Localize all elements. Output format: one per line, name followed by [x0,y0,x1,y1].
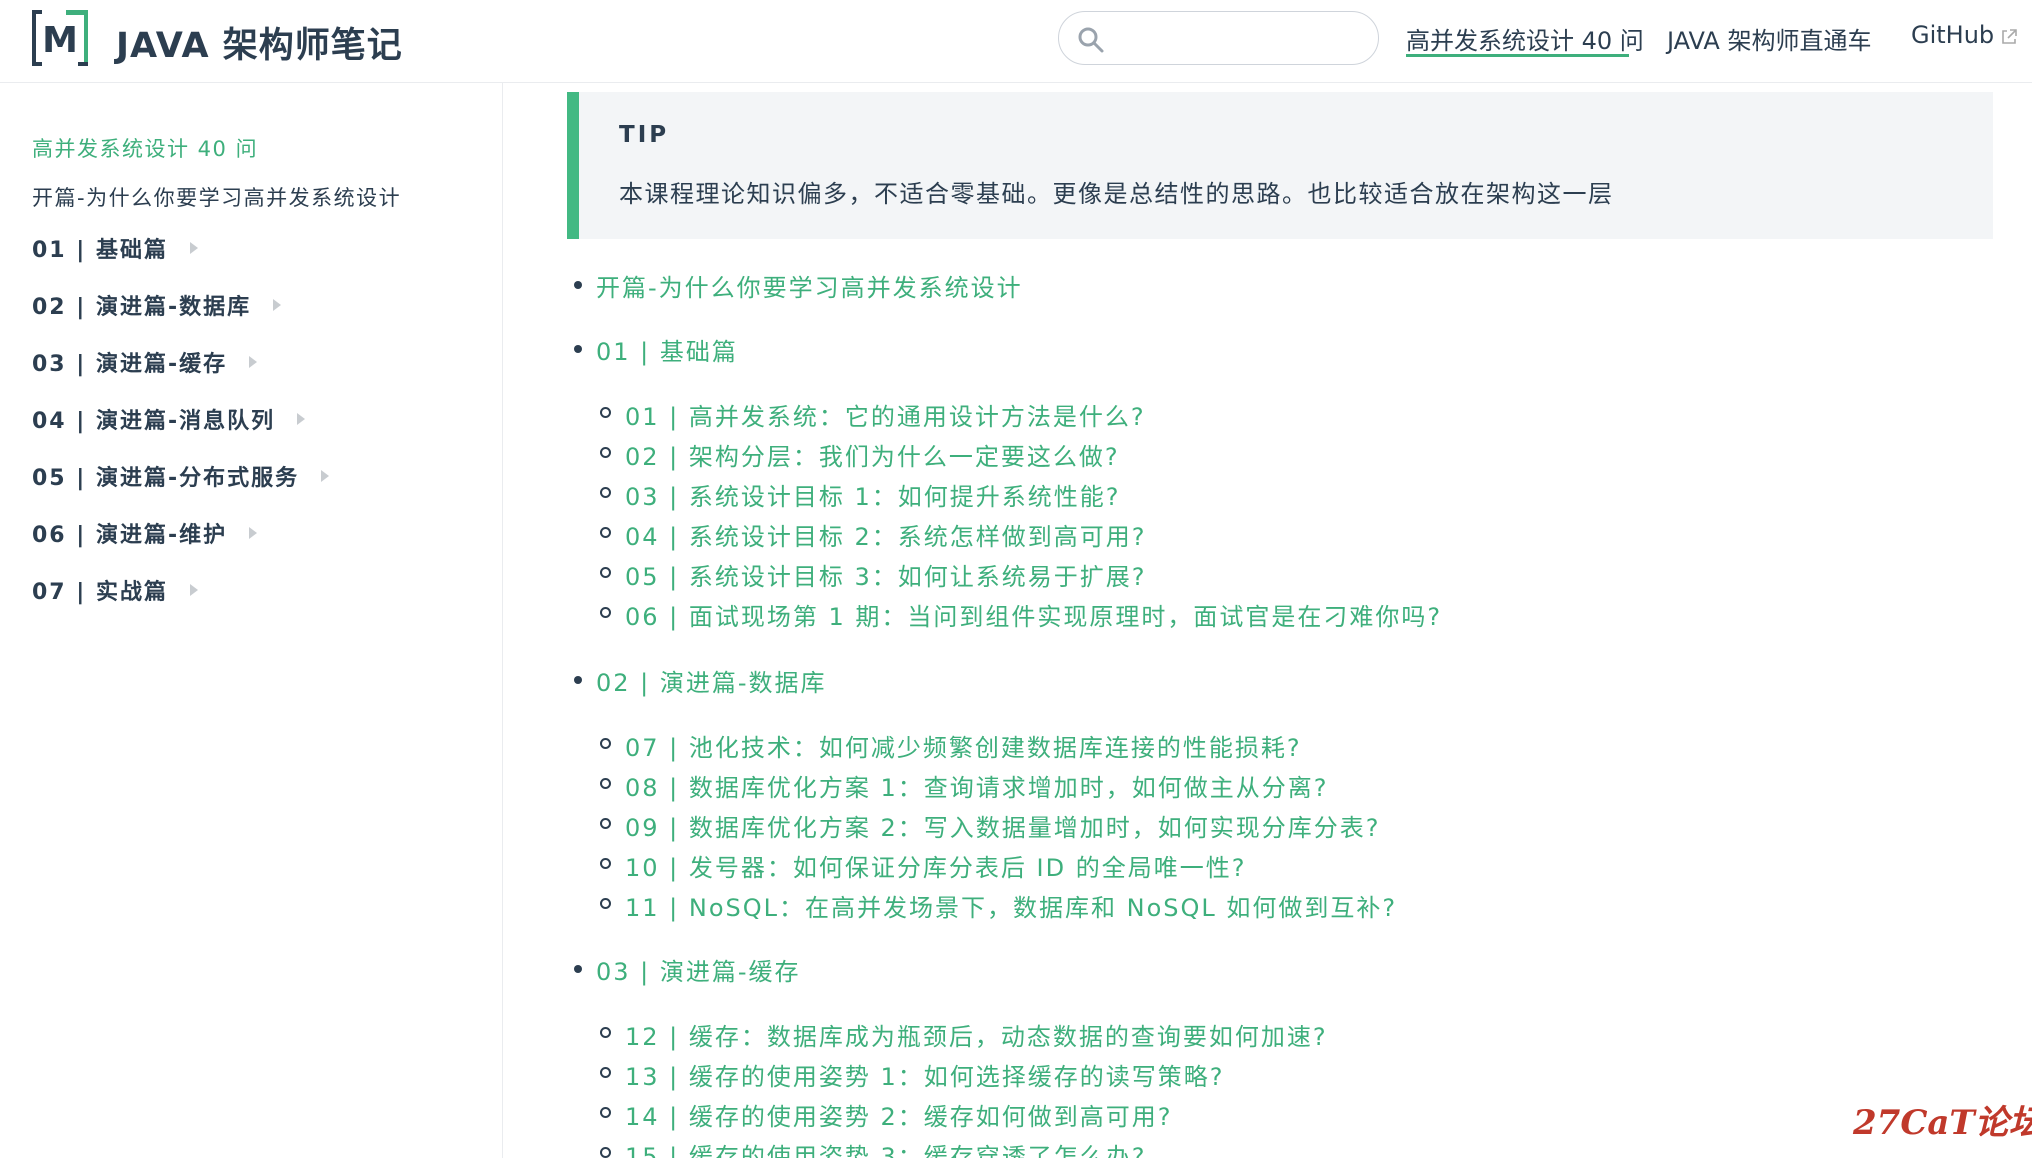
sidebar-group-practice[interactable]: 07 | 实战篇 [32,574,198,606]
bullet-circle [600,567,611,578]
site-title[interactable]: JAVA 架构师笔记 [116,17,403,68]
toc-chapter-link[interactable]: 13 | 缓存的使用姿势 1：如何选择缓存的读写策略? [625,1057,1225,1092]
toc-chapter-link[interactable]: 02 | 架构分层：我们为什么一定要这么做? [625,437,1120,472]
site-logo[interactable]: M [30,8,90,68]
chevron-right-icon [249,527,258,539]
bullet-circle [600,1067,611,1078]
bullet-disc [574,965,582,973]
toc-chapter-link[interactable]: 14 | 缓存的使用姿势 2：缓存如何做到高可用? [625,1097,1173,1132]
bullet-circle [600,607,611,618]
bullet-disc [574,281,582,289]
toc-chapter-link[interactable]: 05 | 系统设计目标 3：如何让系统易于扩展? [625,557,1147,592]
bullet-circle [600,898,611,909]
toc-chapter-link[interactable]: 06 | 面试现场第 1 期：当问到组件实现原理时，面试官是在刁难你吗? [625,597,1442,632]
chevron-right-icon [321,470,330,482]
sidebar-group-maintenance[interactable]: 06 | 演进篇-维护 [32,517,258,549]
toc-section-link[interactable]: 02 | 演进篇-数据库 [596,663,827,698]
bullet-disc [574,345,582,353]
bullet-circle [600,1147,611,1158]
watermark: 27CaT论坛 [1853,1103,2032,1143]
chevron-right-icon [189,242,198,254]
external-link-icon [2002,29,2017,44]
tip-text: 本课程理论知识偏多，不适合零基础。更像是总结性的思路。也比较适合放在架构这一层 [619,180,1614,208]
sidebar-group-database[interactable]: 02 | 演进篇-数据库 [32,289,282,321]
toc-intro-link[interactable]: 开篇-为什么你要学习高并发系统设计 [596,268,1023,303]
navbar: M JAVA 架构师笔记 高并发系统设计 40 问 JAVA 架构师直通车 Gi… [0,0,2032,83]
sidebar-link-course[interactable]: 高并发系统设计 40 问 [32,133,258,163]
toc-chapter-link[interactable]: 12 | 缓存：数据库成为瓶颈后，动态数据的查询要如何加速? [625,1017,1328,1052]
chevron-right-icon [189,584,198,596]
toc-chapter-link[interactable]: 15 | 缓存的使用姿势 3：缓存穿透了怎么办? [625,1137,1147,1158]
nav-active-underline [1406,54,1629,57]
toc-chapter-link[interactable]: 03 | 系统设计目标 1：如何提升系统性能? [625,477,1121,512]
chevron-right-icon [297,413,306,425]
toc-chapter-link[interactable]: 08 | 数据库优化方案 1：查询请求增加时，如何做主从分离? [625,768,1329,803]
sidebar-link-intro[interactable]: 开篇-为什么你要学习高并发系统设计 [32,182,401,212]
toc-chapter-link[interactable]: 11 | NoSQL：在高并发场景下，数据库和 NoSQL 如何做到互补? [625,888,1397,923]
toc-section-link[interactable]: 03 | 演进篇-缓存 [596,952,801,987]
bullet-circle [600,407,611,418]
search-input[interactable] [1115,20,1365,56]
bullet-circle [600,818,611,829]
bullet-circle [600,1107,611,1118]
sidebar-group-basics[interactable]: 01 | 基础篇 [32,232,198,264]
toc-section-link[interactable]: 01 | 基础篇 [596,332,738,367]
bullet-disc [574,676,582,684]
bullet-circle [600,487,611,498]
sidebar-group-cache[interactable]: 03 | 演进篇-缓存 [32,346,258,378]
sidebar-group-mq[interactable]: 04 | 演进篇-消息队列 [32,403,306,435]
toc-chapter-link[interactable]: 04 | 系统设计目标 2：系统怎样做到高可用? [625,517,1147,552]
sidebar-group-distributed[interactable]: 05 | 演进篇-分布式服务 [32,460,330,492]
bullet-circle [600,447,611,458]
toc-chapter-link[interactable]: 07 | 池化技术：如何减少频繁创建数据库连接的性能损耗? [625,728,1302,763]
bullet-circle [600,1027,611,1038]
toc-chapter-link[interactable]: 01 | 高并发系统：它的通用设计方法是什么? [625,397,1146,432]
bullet-circle [600,738,611,749]
bullet-circle [600,858,611,869]
chevron-right-icon [249,356,258,368]
search-box[interactable] [1058,11,1379,65]
nav-link-java-architect[interactable]: JAVA 架构师直通车 [1667,21,1871,56]
search-icon [1078,27,1104,53]
chevron-right-icon [273,299,282,311]
sidebar: 高并发系统设计 40 问 开篇-为什么你要学习高并发系统设计 01 | 基础篇 … [0,83,503,1158]
tip-title: TIP [619,122,670,148]
bullet-circle [600,527,611,538]
nav-link-high-concurrency[interactable]: 高并发系统设计 40 问 [1406,21,1644,56]
bullet-circle [600,778,611,789]
tip-box: TIP 本课程理论知识偏多，不适合零基础。更像是总结性的思路。也比较适合放在架构… [567,92,1993,239]
svg-text:M: M [42,20,78,61]
toc-chapter-link[interactable]: 10 | 发号器：如何保证分库分表后 ID 的全局唯一性? [625,848,1246,883]
toc-chapter-link[interactable]: 09 | 数据库优化方案 2：写入数据量增加时，如何实现分库分表? [625,808,1381,843]
nav-link-github[interactable]: GitHub [1911,21,1994,49]
